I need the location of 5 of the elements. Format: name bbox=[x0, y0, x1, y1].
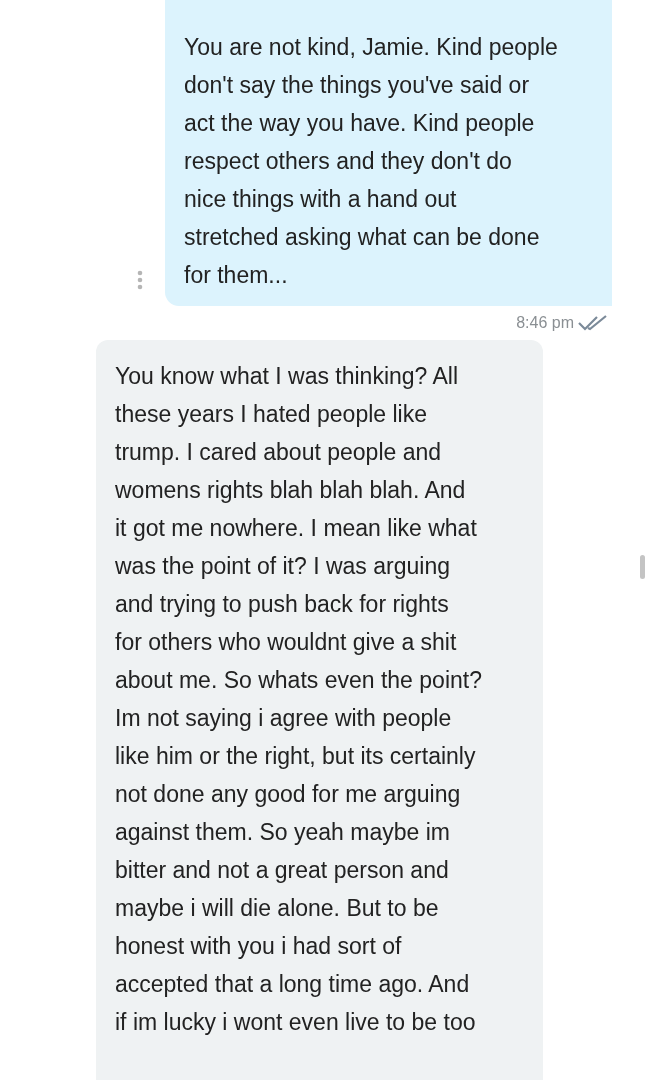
scrollbar-thumb[interactable] bbox=[640, 555, 645, 579]
more-options-icon[interactable] bbox=[137, 270, 143, 290]
message-time: 8:46 pm bbox=[516, 314, 574, 332]
message-text: You are not kind, Jamie. Kind people don't say the things you've said or act the way you have. Kind people respect others and they don't do nice things with a hand out stretched asking what can be done for them... bbox=[165, 0, 612, 306]
message-text: You know what I was thinking? All these years I hated people like trump. I cared about people and womens rights blah blah blah. And it got me nowhere. I mean like what was the point of it? I was arguing and trying to push back for rights for others who wouldnt give a shit about me. So whats even the point? Im not saying i agree with people like him or the right, but its certainly not done any good for me arguing against them. So yeah maybe im bitter and not a great person and maybe i will die alone. But to be honest with you i had sort of accepted that a long time ago. And if im lucky i wont even live to be too bbox=[96, 340, 543, 1080]
